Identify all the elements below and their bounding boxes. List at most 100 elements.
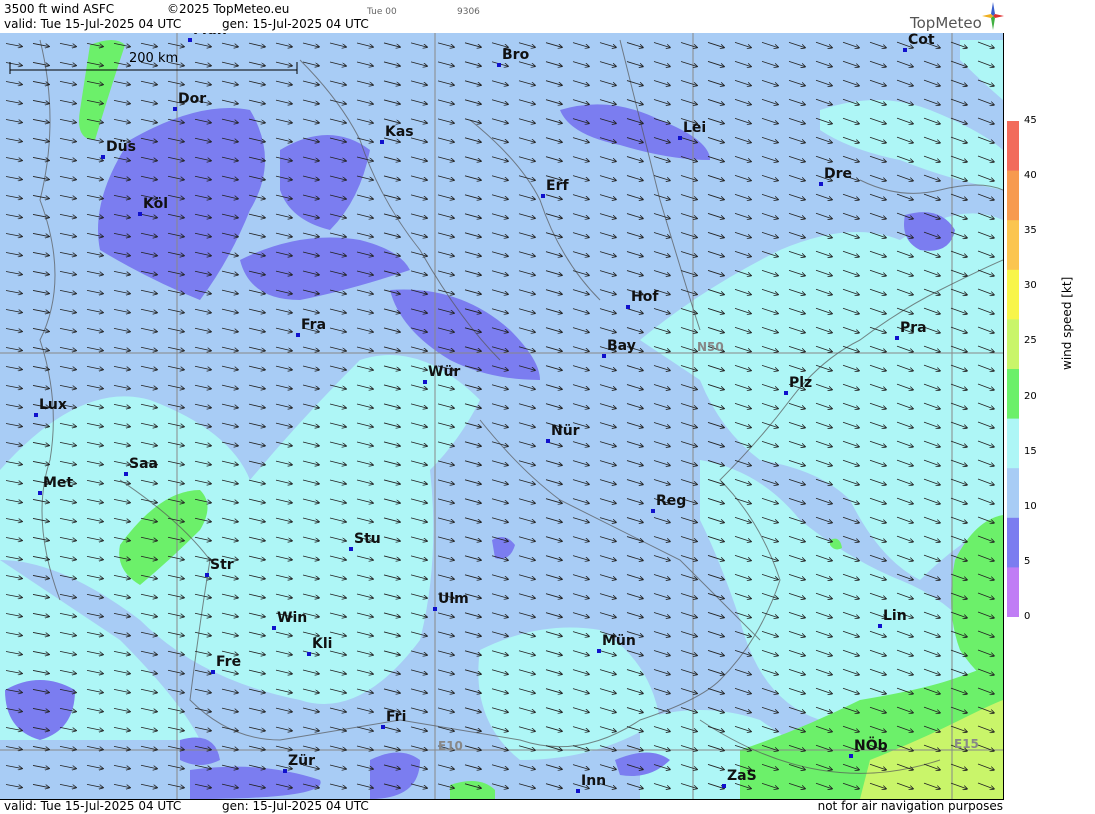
city-marker-icon — [849, 754, 853, 758]
colorbar-tick: 10 — [1024, 500, 1037, 512]
city-marker-icon — [307, 652, 311, 656]
colorbar-tick: 25 — [1024, 335, 1037, 347]
colorbar-tick: 20 — [1024, 390, 1037, 402]
topmeteo-logo: TopMeteo — [910, 14, 982, 32]
city-label: Dor — [178, 91, 207, 107]
city-label: Met — [43, 475, 74, 491]
city-marker-icon — [678, 136, 682, 140]
city-label: Lin — [883, 608, 907, 624]
colorbar-tick: 45 — [1024, 115, 1037, 126]
city-label: Nür — [551, 423, 580, 439]
city-label: Cot — [908, 33, 935, 48]
city-label: Plz — [789, 375, 813, 391]
colorbar-label: wind speed [kt] — [1060, 276, 1074, 370]
city-label: Fra — [301, 317, 327, 333]
city-marker-icon — [597, 649, 601, 653]
city-label: Erf — [546, 178, 569, 194]
colorbar-segment — [1007, 220, 1019, 271]
compass-star-icon — [982, 2, 1004, 30]
footer: valid: Tue 15-Jul-2025 04 UTC gen: 15-Ju… — [0, 799, 1003, 814]
city-label: Wür — [428, 364, 461, 380]
city-label: Fri — [386, 709, 407, 725]
city-marker-icon — [173, 107, 177, 111]
city-marker-icon — [878, 624, 882, 628]
city-label: Bro — [502, 47, 530, 63]
city-label: Win — [277, 610, 308, 626]
city-marker-icon — [272, 626, 276, 630]
city-marker-icon — [626, 305, 630, 309]
city-label: Lux — [39, 397, 67, 413]
colorbar-tick: 15 — [1024, 445, 1037, 457]
city-marker-icon — [576, 789, 580, 793]
city-label: Mün — [193, 33, 227, 38]
city-marker-icon — [138, 212, 142, 216]
city-label: Pra — [900, 320, 927, 336]
city-label: Reg — [656, 493, 687, 509]
city-marker-icon — [541, 194, 545, 198]
city-label: Kli — [312, 636, 333, 652]
city-marker-icon — [497, 63, 501, 67]
colorbar-segment — [1007, 468, 1019, 519]
colorbar-tick: 30 — [1024, 280, 1037, 292]
city-marker-icon — [546, 439, 550, 443]
colorbar-tick: 35 — [1024, 225, 1037, 237]
city-label: Hof — [631, 289, 659, 305]
colorbar-segment — [1007, 517, 1019, 568]
city-marker-icon — [903, 48, 907, 52]
copyright: ©2025 TopMeteo.eu — [167, 2, 290, 16]
colorbar-tick: 40 — [1024, 170, 1037, 182]
colorbar-segment — [1007, 369, 1019, 420]
city-label: Dre — [824, 166, 853, 182]
run-label: Tue 00 — [367, 7, 397, 17]
footer-disclaimer: not for air navigation purposes — [817, 799, 1003, 813]
city-marker-icon — [895, 336, 899, 340]
city-marker-icon — [380, 140, 384, 144]
colorbar-tick: 5 — [1024, 555, 1031, 567]
city-label: Saa — [129, 456, 158, 472]
colorbar-segment — [1007, 567, 1019, 617]
city-marker-icon — [205, 573, 209, 577]
city-marker-icon — [34, 413, 38, 417]
colorbar-segment — [1007, 418, 1019, 469]
colorbar-tick: 0 — [1024, 611, 1031, 622]
city-label: NÖb — [854, 738, 888, 754]
city-marker-icon — [38, 491, 42, 495]
wind-speed-colorbar — [1007, 121, 1019, 617]
city-label: Inn — [581, 773, 607, 789]
code-label: 9306 — [457, 7, 480, 17]
city-label: Mün — [602, 633, 636, 649]
city-label: Düs — [106, 139, 136, 155]
city-marker-icon — [819, 182, 823, 186]
footer-valid: valid: Tue 15-Jul-2025 04 UTC — [4, 799, 182, 813]
grid-label-e10: E10 — [438, 739, 463, 753]
city-marker-icon — [211, 670, 215, 674]
footer-gen: gen: 15-Jul-2025 04 UTC — [222, 799, 369, 813]
city-label: Ulm — [438, 591, 469, 607]
colorbar-segment — [1007, 269, 1019, 320]
city-label: Stu — [354, 531, 381, 547]
city-label: Fre — [216, 654, 242, 670]
wind-map: 200 km N50 E10 E15 Mün Dor Düs Köl Kas Bro Cot… — [0, 33, 1004, 800]
city-marker-icon — [651, 509, 655, 513]
city-marker-icon — [433, 607, 437, 611]
city-marker-icon — [188, 38, 192, 42]
city-label: Kas — [385, 124, 414, 140]
colorbar-segment — [1007, 170, 1019, 221]
scale-bar-label: 200 km — [129, 51, 179, 66]
city-marker-icon — [722, 784, 726, 788]
city-label: Zür — [288, 753, 316, 769]
city-marker-icon — [381, 725, 385, 729]
city-marker-icon — [423, 380, 427, 384]
city-label: Köl — [143, 196, 169, 212]
map-title: 3500 ft wind ASFC — [4, 2, 115, 16]
city-marker-icon — [296, 333, 300, 337]
city-marker-icon — [283, 769, 287, 773]
gen-time: gen: 15-Jul-2025 04 UTC — [222, 17, 369, 31]
grid-label-n50: N50 — [697, 340, 724, 354]
city-marker-icon — [101, 155, 105, 159]
city-label: ZaS — [727, 768, 757, 784]
city-label: Bay — [607, 338, 636, 354]
city-label: Lei — [683, 120, 707, 136]
colorbar-segment — [1007, 319, 1019, 370]
city-label: Str — [210, 557, 234, 573]
